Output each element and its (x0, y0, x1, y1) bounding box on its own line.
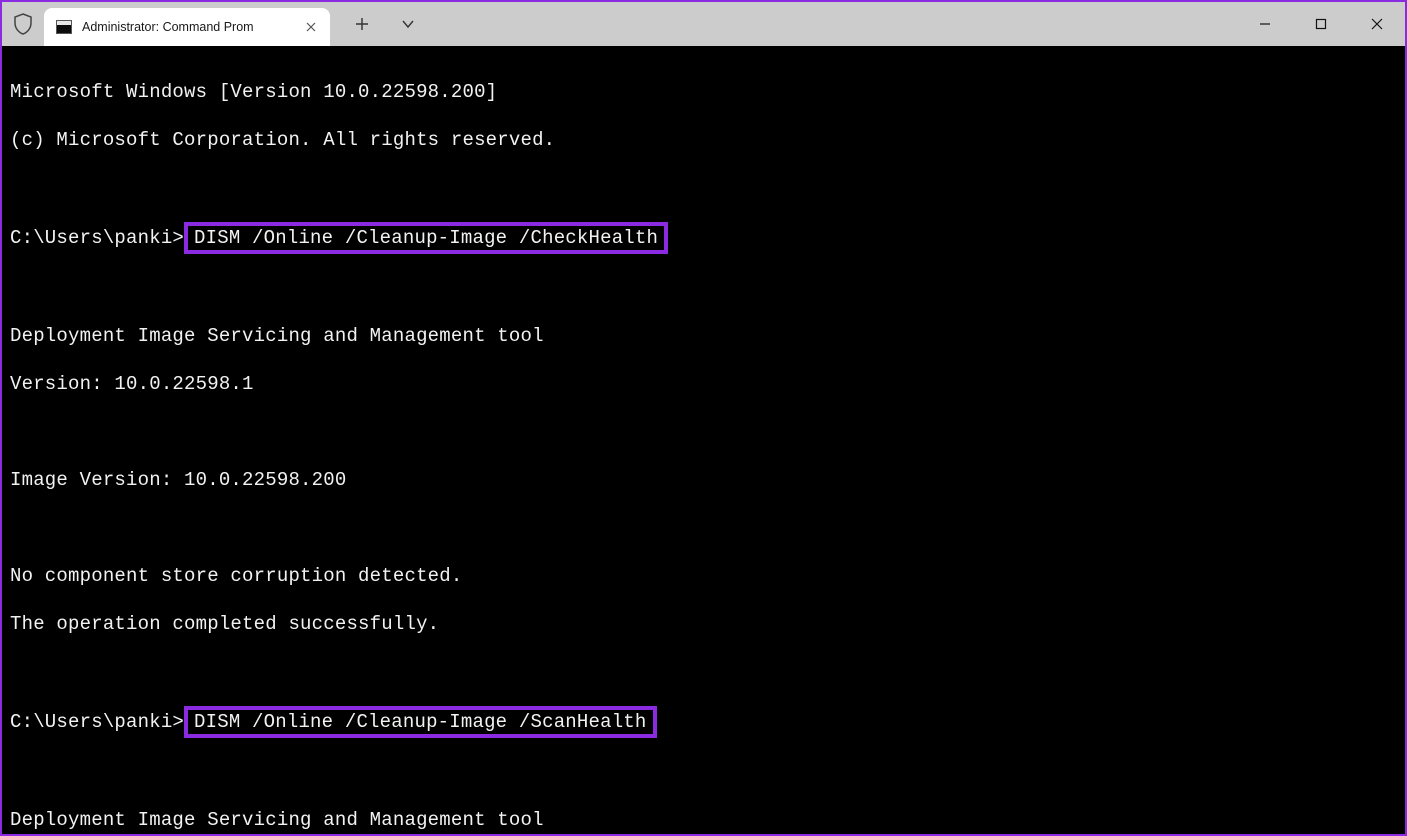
line-image-version: Image Version: 10.0.22598.200 (10, 468, 1397, 492)
close-button[interactable] (1349, 2, 1405, 46)
command-scan-health: DISM /Online /Cleanup-Image /ScanHealth (184, 706, 656, 738)
line-no-corruption: No component store corruption detected. (10, 564, 1397, 588)
tab-title: Administrator: Command Prom (82, 20, 292, 34)
blank-line (10, 176, 1397, 200)
blank-line (10, 760, 1397, 784)
cmd-icon (56, 20, 72, 34)
shield-icon (13, 13, 33, 35)
tab-dropdown-button[interactable] (394, 10, 422, 38)
blank-line (10, 516, 1397, 540)
prompt-line-1: C:\Users\panki>DISM /Online /Cleanup-Ima… (10, 224, 1397, 252)
line-windows-version: Microsoft Windows [Version 10.0.22598.20… (10, 80, 1397, 104)
blank-line (10, 660, 1397, 684)
window-controls (1237, 2, 1405, 46)
tab-command-prompt[interactable]: Administrator: Command Prom (44, 8, 330, 46)
tabstrip-controls (330, 2, 422, 46)
blank-line (10, 420, 1397, 444)
blank-line (10, 276, 1397, 300)
title-bar: Administrator: Command Prom (2, 2, 1405, 46)
line-op-success: The operation completed successfully. (10, 612, 1397, 636)
titlebar-spacer (422, 2, 1237, 46)
line-tool-header: Deployment Image Servicing and Managemen… (10, 324, 1397, 348)
line-copyright: (c) Microsoft Corporation. All rights re… (10, 128, 1397, 152)
tab-close-button[interactable] (302, 18, 320, 36)
minimize-button[interactable] (1237, 2, 1293, 46)
line-tool-version: Version: 10.0.22598.1 (10, 372, 1397, 396)
terminal-output[interactable]: Microsoft Windows [Version 10.0.22598.20… (2, 46, 1405, 834)
command-check-health: DISM /Online /Cleanup-Image /CheckHealth (184, 222, 668, 254)
app-icon-wrap (2, 2, 44, 46)
prompt-line-2: C:\Users\panki>DISM /Online /Cleanup-Ima… (10, 708, 1397, 736)
prompt: C:\Users\panki> (10, 711, 184, 733)
prompt: C:\Users\panki> (10, 227, 184, 249)
maximize-button[interactable] (1293, 2, 1349, 46)
new-tab-button[interactable] (348, 10, 376, 38)
line-tool-header: Deployment Image Servicing and Managemen… (10, 808, 1397, 832)
